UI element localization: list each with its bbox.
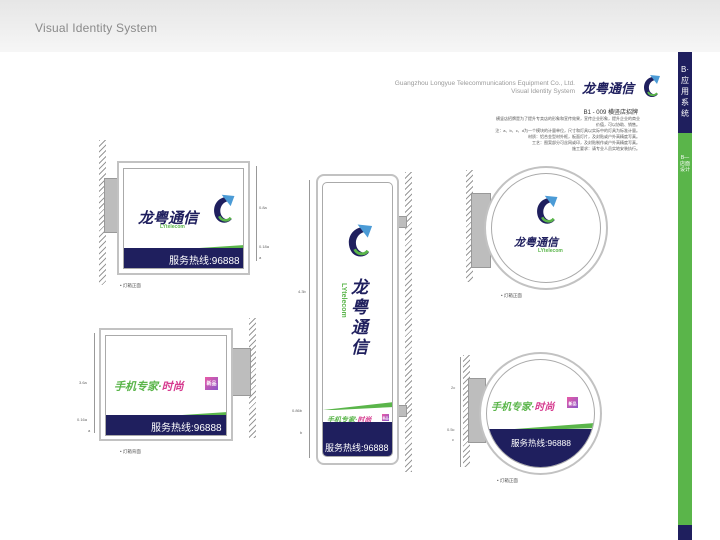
vis-english-name: Visual Identity System — [511, 88, 575, 95]
hotline-text: 服务热线:96888 — [325, 443, 389, 453]
green-stripe — [323, 402, 392, 410]
hotline-text: 服务热线:96888 — [511, 438, 571, 448]
hotline-text: 服务热线:96888 — [169, 256, 240, 267]
desc-line: 施工要求：请专业人员实地安装执行。 — [572, 146, 640, 151]
slogan-text: 手机专家·时尚 — [491, 398, 554, 413]
round-sign-back-panel: 手机专家·时尚 新品 服务热线:96888 — [486, 359, 595, 468]
caption-square-back: • 灯箱背面 — [120, 449, 141, 454]
dimension-label: 2c — [451, 385, 456, 390]
slogan-part-a: 手机专家· — [114, 381, 162, 393]
sidebar-footer-block — [678, 525, 692, 540]
sidebar-section-label: B·应用系统 — [681, 65, 689, 118]
dimension-label: 0.5c — [447, 427, 455, 432]
navy-band: 服务热线:96888 — [323, 422, 392, 456]
dimension-line — [256, 166, 257, 261]
top-bar: Visual Identity System — [0, 0, 720, 52]
page-header-title: Visual Identity System — [35, 21, 158, 35]
vertical-sign-frame: 龙粤通信 LYtelecom 手机专家·时尚 新品 服务热线:96888 — [316, 174, 399, 465]
square-sign-back-panel: 手机专家·时尚 新品 服务热线:96888 — [105, 335, 227, 436]
dimension-line — [94, 333, 95, 433]
navy-band: 服务热线:96888 — [106, 415, 226, 435]
dimension-label: c — [452, 437, 454, 442]
dimension-label: 0.16a — [77, 417, 88, 422]
dimension-line — [460, 357, 461, 467]
logo-mark-icon — [348, 224, 373, 257]
vertical-sign-panel: 龙粤通信 LYtelecom 手机专家·时尚 新品 服务热线:96888 — [322, 182, 393, 457]
header-logo-mark-icon — [644, 75, 660, 97]
cube-badge: 新品 — [381, 413, 390, 422]
cube-badge: 新品 — [204, 376, 219, 391]
slogan-part-b: 时尚 — [161, 381, 184, 393]
hotline-text: 服务热线:96888 — [151, 423, 222, 434]
dimension-label: 0.18a — [259, 244, 270, 249]
dimension-label: 3.6a — [79, 380, 87, 385]
navy-band: 服务热线:96888 — [487, 429, 594, 467]
sign-logo-sub: LYtelecom — [160, 224, 185, 230]
header-logo: 龙粤通信 — [582, 74, 664, 102]
sidebar-section-tab[interactable]: B·应用系统 — [678, 52, 692, 133]
navy-band: 服务热线:96888 — [124, 248, 243, 268]
logo-mark-icon — [214, 194, 235, 223]
round-logo-sub: LYtelecom — [538, 248, 563, 254]
sidebar-subsection-label: B—店面设计 — [680, 155, 691, 173]
cube-badge: 新品 — [566, 396, 579, 409]
logo-mark-icon — [537, 195, 558, 224]
caption-round-back: • 灯箱正面 — [497, 478, 518, 483]
slogan-part-a: 手机专家· — [491, 402, 535, 413]
dimension-label: 0.8a — [259, 205, 267, 210]
round-sign-back-frame: 手机专家·时尚 新品 服务热线:96888 — [479, 352, 602, 475]
square-sign-back-frame: 手机专家·时尚 新品 服务热线:96888 — [99, 328, 233, 441]
round-sign-front-frame: 龙粤通信 LYtelecom — [484, 166, 608, 290]
dimension-label: 0.86b — [292, 408, 303, 413]
square-sign-front-frame: 龙粤通信 LYtelecom 服务热线:96888 — [117, 161, 250, 275]
dimension-label: b — [300, 430, 303, 435]
slogan-part-b: 时尚 — [534, 402, 555, 413]
header-logo-text: 龙粤通信 — [582, 81, 635, 96]
dimension-label: a — [259, 255, 262, 260]
vertical-logo-text: 龙粤通信 — [351, 278, 368, 357]
dimension-label: 4.3b — [298, 289, 306, 294]
caption-square-front: • 灯箱正面 — [120, 283, 141, 288]
brand-english-block: Guangzhou Longyue Telecommunications Equ… — [360, 80, 575, 96]
section-code-title: B1 - 009 横竖店招牌 — [583, 110, 638, 116]
dimension-label: a — [88, 428, 91, 433]
company-english-name: Guangzhou Longyue Telecommunications Equ… — [394, 80, 575, 87]
round-sign-front-panel: 龙粤通信 LYtelecom — [491, 173, 601, 283]
section-description: 横竖店招牌是为了提升专卖店的形象和宣传效果，宣传企业形象，提升企业的商业 价值，… — [482, 116, 640, 152]
sidebar-subsection-tab[interactable]: B—店面设计 — [678, 133, 692, 540]
square-sign-front-panel: 龙粤通信 LYtelecom 服务热线:96888 — [123, 168, 244, 269]
dimension-line — [309, 180, 310, 458]
caption-round-front: • 灯箱正面 — [501, 293, 522, 298]
slogan-text: 手机专家·时尚 — [114, 378, 184, 394]
vertical-logo-sub: LYtelecom — [340, 283, 347, 318]
wall-bracket — [231, 348, 251, 396]
